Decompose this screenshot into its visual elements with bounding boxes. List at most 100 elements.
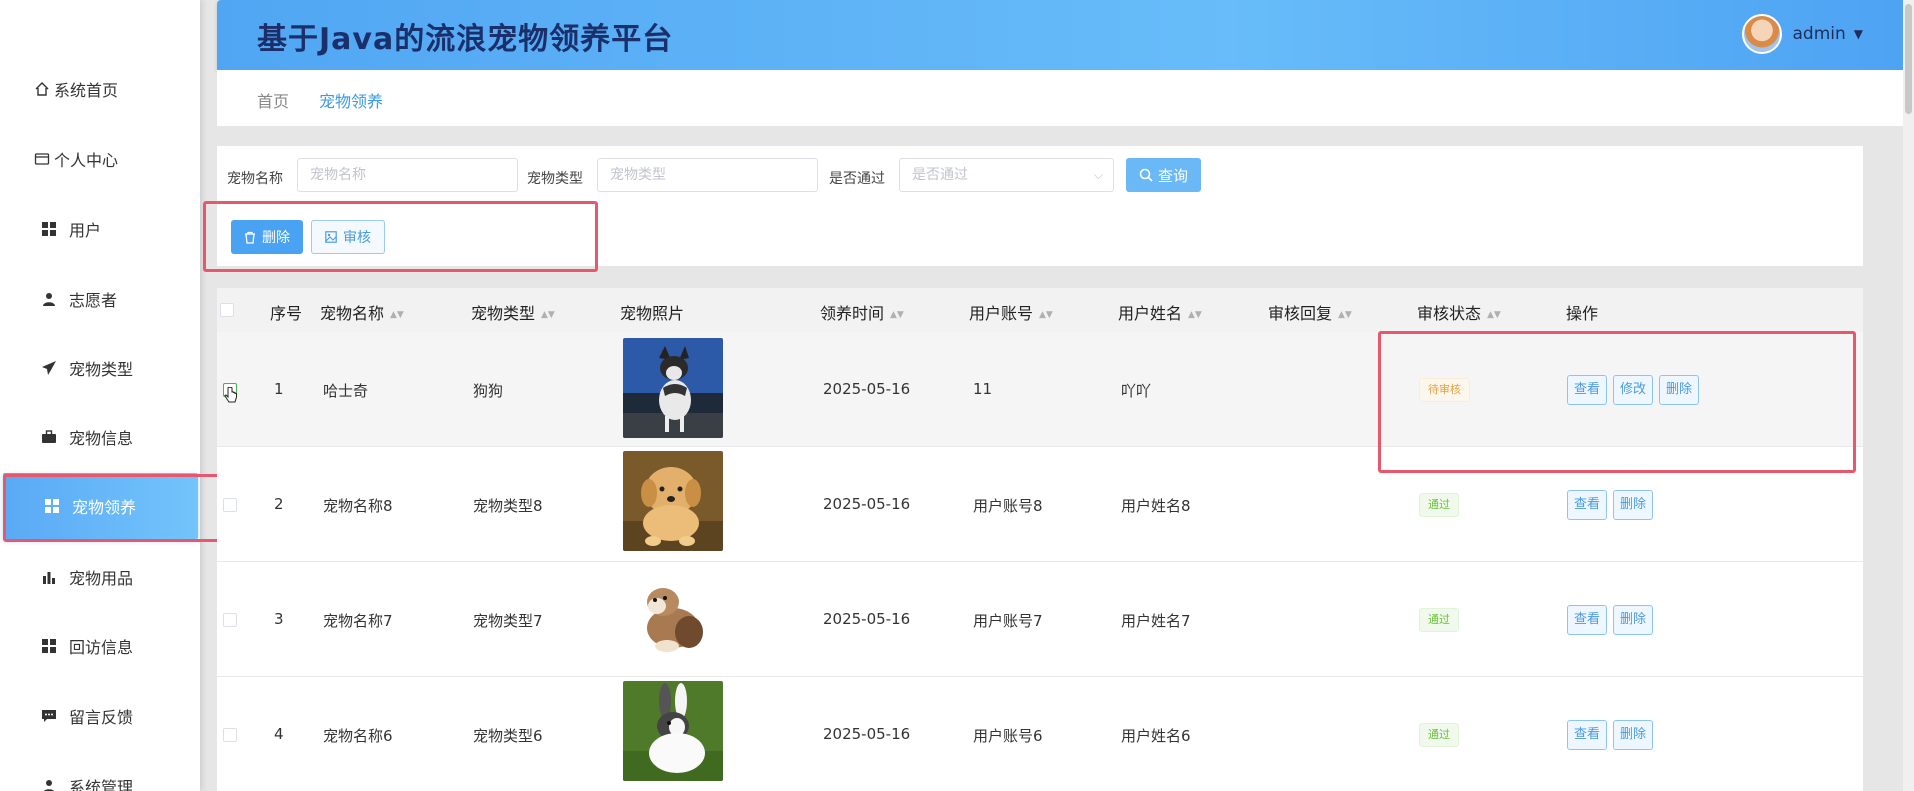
sidebar-item-label: 留言反馈 <box>69 708 134 727</box>
sidebar-item-label: 宠物领养 <box>72 498 137 517</box>
page-scrollbar[interactable] <box>1903 0 1914 791</box>
cell-adopt-date: 2025-05-16 <box>823 380 911 398</box>
breadcrumb: 首页 宠物领养 <box>217 70 1903 126</box>
sort-icon[interactable]: ▲▼ <box>890 310 904 320</box>
header-label: 用户账号 <box>969 304 1034 323</box>
cell-account: 11 <box>973 380 993 398</box>
delete-button[interactable]: 删除 <box>1613 605 1654 635</box>
cell-username: 吖吖 <box>1121 382 1152 400</box>
row-checkbox[interactable] <box>223 728 237 742</box>
home-icon <box>34 81 50 97</box>
delete-button[interactable]: 删除 <box>1613 490 1654 520</box>
pet-photo[interactable] <box>623 566 723 666</box>
edit-button[interactable]: 修改 <box>1613 375 1654 405</box>
header-account[interactable]: 用户账号 ▲▼ <box>969 300 1053 324</box>
breadcrumb-home[interactable]: 首页 <box>257 88 289 112</box>
header-label: 用户姓名 <box>1118 304 1183 323</box>
card-icon <box>34 151 50 167</box>
sort-icon[interactable]: ▲▼ <box>1338 310 1352 320</box>
cell-account: 用户账号8 <box>973 497 1043 515</box>
sidebar-item-label: 宠物信息 <box>69 429 134 448</box>
scrollbar-thumb[interactable] <box>1905 4 1912 114</box>
sidebar-item-profile[interactable]: 个人中心 <box>0 126 200 192</box>
message-icon <box>41 708 57 724</box>
pet-photo[interactable] <box>623 451 723 551</box>
picture-icon <box>325 231 337 243</box>
cell-no: 4 <box>274 725 284 743</box>
chevron-down-icon: ⌵ <box>1093 168 1103 182</box>
header-label: 宠物类型 <box>471 304 536 323</box>
view-button[interactable]: 查看 <box>1567 605 1608 635</box>
sort-icon[interactable]: ▲▼ <box>1188 310 1202 320</box>
adoption-table: 序号 宠物名称 ▲▼ 宠物类型 ▲▼ 宠物照片 领养时间 ▲▼ 用户账号 ▲▼ 用户姓名… <box>217 288 1863 791</box>
cell-no: 3 <box>274 610 284 628</box>
search-icon <box>1139 168 1153 182</box>
sidebar-item-pet-adoption[interactable]: 宠物领养 <box>3 473 198 539</box>
batch-delete-button[interactable]: 删除 <box>231 220 303 254</box>
header-pet-photo: 宠物照片 <box>620 304 685 323</box>
grid-icon <box>41 638 57 654</box>
delete-button[interactable]: 删除 <box>1613 720 1654 750</box>
pass-status-select[interactable]: 是否通过 ⌵ <box>899 158 1114 192</box>
sort-icon[interactable]: ▲▼ <box>1039 310 1053 320</box>
sidebar-item-pet-info[interactable]: 宠物信息 <box>0 404 200 470</box>
bar-chart-icon <box>41 569 57 585</box>
view-button[interactable]: 查看 <box>1567 490 1608 520</box>
pet-photo[interactable] <box>623 681 723 781</box>
sidebar-item-pet-type[interactable]: 宠物类型 <box>0 335 200 401</box>
cell-pet-type: 宠物类型7 <box>473 612 543 630</box>
query-button[interactable]: 查询 <box>1126 158 1201 192</box>
delete-button[interactable]: 删除 <box>1659 375 1700 405</box>
cell-username: 用户姓名8 <box>1121 497 1191 515</box>
header-adopt-date[interactable]: 领养时间 ▲▼ <box>820 300 904 324</box>
view-button[interactable]: 查看 <box>1567 375 1608 405</box>
grid-icon <box>41 221 57 237</box>
sidebar-item-users[interactable]: 用户 <box>0 196 200 262</box>
sidebar-item-home[interactable]: 系统首页 <box>0 56 200 122</box>
pet-type-input[interactable]: 宠物类型 <box>597 158 818 192</box>
cell-pet-name: 宠物名称6 <box>323 727 393 745</box>
row-checkbox[interactable] <box>223 613 237 627</box>
view-button[interactable]: 查看 <box>1567 720 1608 750</box>
sidebar-item-pet-supplies[interactable]: 宠物用品 <box>0 544 200 610</box>
cell-adopt-date: 2025-05-16 <box>823 495 911 513</box>
header-label: 审核回复 <box>1268 304 1333 323</box>
status-badge: 通过 <box>1419 608 1459 632</box>
header-ops: 操作 <box>1566 304 1599 323</box>
cell-pet-type: 宠物类型6 <box>473 727 543 745</box>
header-reply[interactable]: 审核回复 ▲▼ <box>1268 300 1352 324</box>
app-title: 基于Java的流浪宠物领养平台 <box>257 22 674 57</box>
select-all-checkbox[interactable] <box>220 303 234 317</box>
sidebar-item-label: 宠物用品 <box>69 569 134 588</box>
sidebar-item-label: 回访信息 <box>69 638 134 657</box>
row-checkbox[interactable] <box>223 498 237 512</box>
search-panel: 宠物名称 宠物名称 宠物类型 宠物类型 是否通过 是否通过 ⌵ 查询 删除 审核 <box>217 146 1863 266</box>
header-label: 审核状态 <box>1417 304 1482 323</box>
caret-down-icon: ▼ <box>1853 27 1863 41</box>
sidebar-item-label: 宠物类型 <box>69 360 134 379</box>
briefcase-icon <box>41 429 57 445</box>
sort-icon[interactable]: ▲▼ <box>390 310 404 320</box>
audit-button[interactable]: 审核 <box>311 220 385 254</box>
top-header: 基于Java的流浪宠物领养平台 admin ▼ <box>217 0 1903 70</box>
pet-name-input[interactable]: 宠物名称 <box>297 158 518 192</box>
sort-icon[interactable]: ▲▼ <box>1487 310 1501 320</box>
pet-name-label: 宠物名称 <box>227 171 283 187</box>
sidebar-item-system[interactable]: 系统管理 <box>0 753 200 791</box>
header-no: 序号 <box>270 304 303 323</box>
header-pet-name[interactable]: 宠物名称 ▲▼ <box>320 300 404 324</box>
sort-icon[interactable]: ▲▼ <box>541 310 555 320</box>
header-label: 领养时间 <box>820 304 885 323</box>
sidebar-item-feedback[interactable]: 留言反馈 <box>0 683 200 749</box>
cell-username: 用户姓名7 <box>1121 612 1191 630</box>
sidebar-item-followup[interactable]: 回访信息 <box>0 613 200 679</box>
header-username[interactable]: 用户姓名 ▲▼ <box>1118 300 1202 324</box>
sidebar-item-label: 志愿者 <box>69 291 118 310</box>
user-menu[interactable]: admin ▼ <box>1742 14 1863 54</box>
sidebar-item-volunteer[interactable]: 志愿者 <box>0 266 200 332</box>
header-status[interactable]: 审核状态 ▲▼ <box>1417 300 1501 324</box>
sidebar-item-label: 系统首页 <box>54 81 119 100</box>
header-pet-type[interactable]: 宠物类型 ▲▼ <box>471 300 555 324</box>
pet-photo[interactable] <box>623 338 723 438</box>
username: admin <box>1792 24 1846 44</box>
